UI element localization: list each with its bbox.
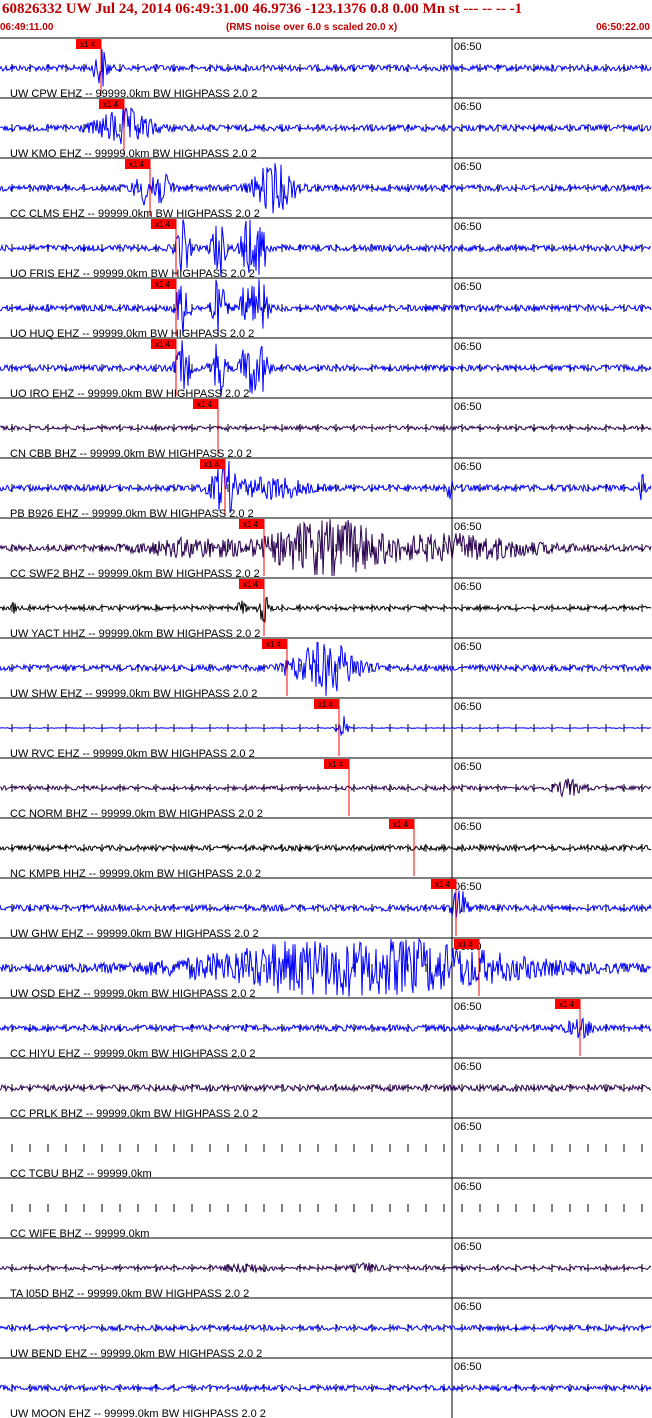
waveform — [0, 778, 652, 798]
pick-label: x1 4 — [129, 160, 145, 169]
waveform — [0, 107, 652, 145]
time-tick-label: 06:50 — [454, 461, 482, 473]
time-tick-label: 06:50 — [454, 401, 482, 413]
time-tick-label: 06:50 — [454, 161, 482, 173]
time-tick-label: 06:50 — [454, 1001, 482, 1013]
pick-label: x1 4 — [328, 760, 344, 769]
pick-label: x1 4 — [103, 100, 119, 109]
time-tick-label: 06:50 — [454, 821, 482, 833]
time-tick-label: 06:50 — [454, 101, 482, 113]
time-tick-label: 06:50 — [454, 1121, 482, 1133]
pick-label: x1 4 — [435, 880, 451, 889]
time-tick-label: 06:50 — [454, 1061, 482, 1073]
pick-label: x1 4 — [559, 1000, 575, 1009]
pick-label: x1 4 — [243, 520, 259, 529]
waveform — [0, 1383, 652, 1393]
pick-label: x1 4 — [80, 40, 96, 49]
pick-label: x1 4 — [318, 700, 334, 709]
seismogram-plot: 06:50x1 4UW CPW EHZ -- 99999.0km BW HIGH… — [0, 37, 652, 1418]
time-tick-label: 06:50 — [454, 221, 482, 233]
waveform — [0, 424, 652, 432]
waveform — [0, 890, 652, 920]
pick-label: x1 4 — [266, 640, 282, 649]
waveform — [0, 49, 652, 87]
time-tick-label: 06:50 — [454, 521, 482, 533]
waveform — [0, 1323, 652, 1333]
time-tick-label: 06:50 — [454, 1361, 482, 1373]
time-tick-label: 06:50 — [454, 41, 482, 53]
pick-label: x1 4 — [197, 400, 213, 409]
time-tick-label: 06:50 — [454, 1241, 482, 1253]
time-tick-label: 06:50 — [454, 581, 482, 593]
waveform — [0, 163, 652, 214]
waveform — [0, 1262, 652, 1274]
trace-label: UW MOON EHZ -- 99999.0km BW HIGHPASS 2.0… — [10, 1408, 266, 1418]
pick-label: x1 4 — [155, 280, 171, 289]
waveform — [0, 1017, 652, 1040]
time-tick-label: 06:50 — [454, 881, 482, 893]
waveform — [0, 460, 652, 513]
time-tick-label: 06:50 — [454, 1181, 482, 1193]
time-tick-label: 06:50 — [454, 1301, 482, 1313]
time-tick-label: 06:50 — [454, 701, 482, 713]
pick-label: x1 4 — [243, 580, 259, 589]
time-tick-label: 06:50 — [454, 281, 482, 293]
time-tick-label: 06:50 — [454, 761, 482, 773]
time-tick-label: 06:50 — [454, 641, 482, 653]
waveform — [0, 1083, 651, 1093]
waveform — [0, 596, 652, 623]
pick-label: x1 4 — [204, 460, 220, 469]
time-tick-label: 06:50 — [454, 341, 482, 353]
pick-label: x1 4 — [155, 220, 171, 229]
pick-label: x1 4 — [458, 940, 474, 949]
pick-label: x1 4 — [393, 820, 409, 829]
waveform — [0, 843, 651, 853]
pick-label: x1 4 — [155, 340, 171, 349]
waveform — [0, 716, 651, 736]
